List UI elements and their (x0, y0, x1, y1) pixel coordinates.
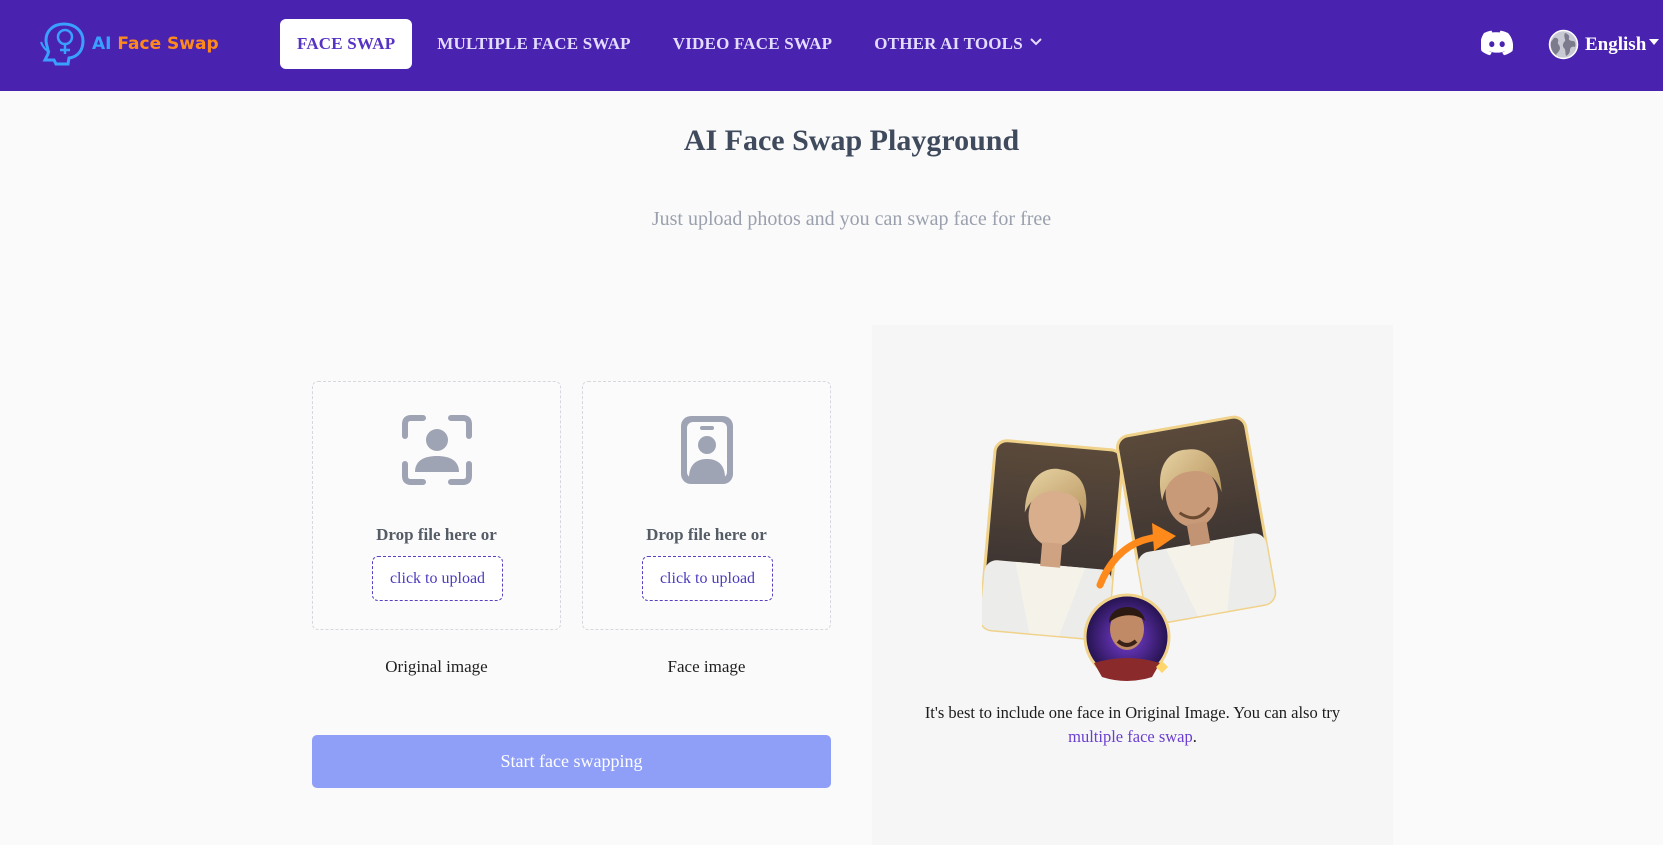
example-note-text: It's best to include one face in Origina… (924, 703, 1341, 722)
example-note-period: . (1192, 727, 1197, 746)
logo-text-ai: AI (92, 34, 112, 54)
id-badge-icon (681, 416, 733, 484)
nav-video-face-swap-label: VIDEO FACE SWAP (672, 34, 833, 53)
example-note: It's best to include one face in Origina… (872, 701, 1393, 749)
face-image-dropzone[interactable]: Drop file here or click to upload (582, 381, 831, 630)
nav-face-swap[interactable]: FACE SWAP (280, 19, 413, 69)
face-scan-icon (402, 415, 472, 485)
multiple-face-swap-link[interactable]: multiple face swap (1068, 727, 1193, 746)
nav-multiple-face-swap-label: MULTIPLE FACE SWAP (437, 34, 631, 53)
top-navigation-bar: AI Face Swap FACE SWAP MULTIPLE FACE SWA… (0, 0, 1663, 91)
nav-other-ai-tools[interactable]: OTHER AI TOOLS (857, 19, 1060, 69)
nav-face-swap-label: FACE SWAP (297, 34, 396, 53)
language-selector[interactable]: English (1548, 29, 1660, 60)
caret-down-icon (1649, 38, 1660, 45)
page-title: AI Face Swap Playground (683, 124, 1020, 157)
face-image-caption: Face image (667, 657, 746, 676)
swapped-photo-card (1116, 415, 1277, 625)
logo-head-icon (40, 22, 85, 66)
example-panel: It's best to include one face in Origina… (872, 325, 1393, 845)
chevron-down-icon (1030, 38, 1042, 46)
nav-video-face-swap[interactable]: VIDEO FACE SWAP (656, 19, 849, 69)
original-upload-button[interactable]: click to upload (372, 556, 503, 601)
original-image-caption: Original image (385, 657, 488, 676)
start-face-swapping-button[interactable]: Start face swapping (312, 735, 831, 788)
source-face-badge (1083, 593, 1171, 681)
main-nav: FACE SWAP MULTIPLE FACE SWAP VIDEO FACE … (280, 19, 1068, 69)
page-subtitle: Just upload photos and you can swap face… (651, 208, 1052, 230)
face-drop-text: Drop file here or (646, 525, 767, 544)
logo-text: AI Face Swap (92, 34, 219, 54)
face-upload-button[interactable]: click to upload (642, 556, 773, 601)
nav-multiple-face-swap[interactable]: MULTIPLE FACE SWAP (420, 19, 647, 69)
site-logo[interactable]: AI Face Swap (38, 20, 219, 66)
original-image-dropzone[interactable]: Drop file here or click to upload (312, 381, 561, 630)
nav-other-ai-tools-label: OTHER AI TOOLS (874, 34, 1023, 53)
logo-text-face-swap: Face Swap (117, 34, 219, 54)
face-swap-example-illustration (982, 415, 1277, 681)
globe-icon (1548, 29, 1579, 60)
language-label: English (1585, 33, 1647, 55)
discord-icon[interactable] (1481, 30, 1513, 56)
original-drop-text: Drop file here or (376, 525, 497, 544)
